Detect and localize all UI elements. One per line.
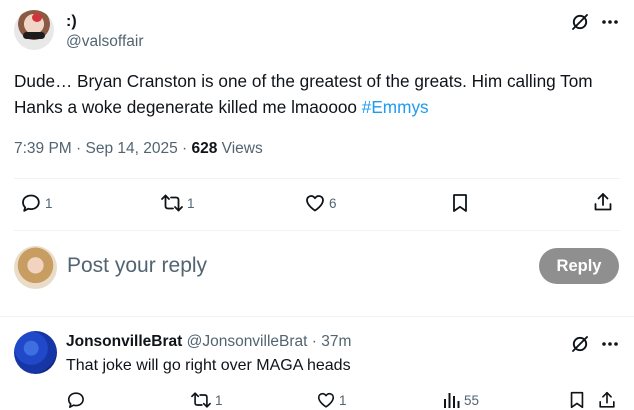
repost-action[interactable]: 1 (160, 192, 195, 214)
comment-separator: · (307, 333, 322, 350)
grok-icon[interactable] (570, 12, 590, 32)
like-action[interactable]: 6 (304, 192, 337, 214)
post-views-label: Views (217, 140, 263, 157)
post-author-avatar[interactable] (14, 10, 54, 50)
comment-views-count: 55 (464, 392, 480, 408)
divider (14, 230, 620, 231)
bookmark-icon[interactable] (449, 192, 471, 214)
avatar-flower-detail (32, 13, 42, 22)
current-user-avatar[interactable] (14, 246, 57, 289)
like-count: 6 (329, 195, 337, 211)
comment-views-action[interactable]: 55 (443, 390, 479, 410)
comment-time[interactable]: 37m (321, 333, 351, 350)
comment-like-action[interactable]: 1 (316, 390, 347, 410)
repost-arrows-icon (160, 192, 184, 214)
hashtag-link[interactable]: #Emmys (362, 97, 429, 117)
heart-icon (304, 192, 326, 214)
speech-bubble-icon (20, 192, 42, 214)
post-author-handle[interactable]: @valsoffair (66, 33, 143, 51)
post-text: Dude… Bryan Cranston is one of the great… (14, 68, 614, 120)
comment-header: JonsonvilleBrat @JonsonvilleBrat · 37m (66, 333, 351, 351)
heart-icon (316, 390, 336, 410)
post-body-text: Dude… Bryan Cranston is one of the great… (14, 71, 593, 117)
post-author-name[interactable]: :) (66, 13, 77, 31)
grok-icon[interactable] (570, 334, 590, 354)
divider (14, 178, 620, 179)
bookmark-icon[interactable] (567, 390, 587, 410)
avatar-sunglasses-detail (23, 32, 45, 39)
bar-chart-icon (443, 390, 461, 410)
comment-author-avatar[interactable] (14, 331, 57, 374)
reply-count: 1 (45, 195, 53, 211)
reply-input[interactable]: Post your reply (67, 254, 207, 278)
comment-author-name[interactable]: JonsonvilleBrat (66, 333, 182, 350)
post-views-count: 628 (191, 140, 218, 157)
share-upload-icon[interactable] (592, 191, 614, 213)
comment-text: That joke will go right over MAGA heads (66, 357, 351, 374)
reply-action[interactable]: 1 (20, 192, 53, 214)
reply-button[interactable]: Reply (539, 248, 619, 284)
more-options-icon[interactable] (600, 12, 620, 32)
share-upload-icon[interactable] (597, 390, 617, 410)
comment-repost-action[interactable]: 1 (190, 390, 223, 410)
more-options-icon[interactable] (600, 334, 620, 354)
divider (0, 316, 634, 317)
repost-count: 1 (187, 195, 195, 211)
post-meta: 7:39 PM · Sep 14, 2025 · 628 Views (14, 140, 263, 158)
repost-arrows-icon (190, 390, 212, 410)
comment-like-count: 1 (339, 392, 347, 408)
post-timestamp[interactable]: 7:39 PM · Sep 14, 2025 · (14, 140, 192, 157)
speech-bubble-icon[interactable] (66, 390, 86, 410)
comment-repost-count: 1 (215, 392, 223, 408)
comment-author-handle[interactable]: @JonsonvilleBrat (187, 333, 308, 350)
